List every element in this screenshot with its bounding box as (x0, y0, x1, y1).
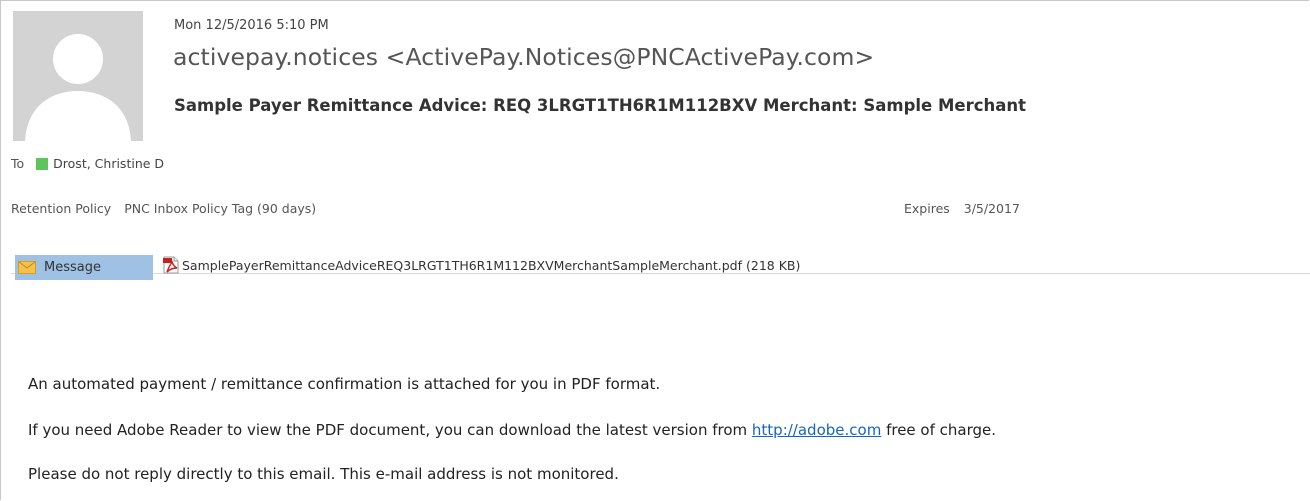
to-label: To (11, 156, 25, 171)
retention-policy-value: PNC Inbox Policy Tag (90 days) (124, 201, 317, 216)
retention-policy-label: Retention Policy (11, 201, 112, 216)
adobe-link[interactable]: http://adobe.com (752, 421, 881, 439)
to-row: To Drost, Christine D (11, 156, 164, 171)
recipient-name[interactable]: Drost, Christine D (53, 156, 164, 171)
pdf-icon (163, 256, 179, 274)
body-paragraph-2-suffix: free of charge. (881, 421, 997, 439)
expires-label: Expires (904, 201, 950, 216)
attachment-filename: SamplePayerRemittanceAdviceREQ3LRGT1TH6R… (182, 257, 743, 273)
body-paragraph-3: Please do not reply directly to this ema… (28, 465, 619, 483)
presence-indicator-icon (36, 157, 49, 170)
sender-name[interactable]: activepay.notices <ActivePay.Notices@PNC… (173, 43, 874, 71)
pdf-attachment[interactable]: SamplePayerRemittanceAdviceREQ3LRGT1TH6R… (163, 256, 800, 274)
message-tab-label: Message (44, 260, 101, 275)
attachment-bar: Message SamplePayerRemittanceAdviceREQ3L… (11, 237, 1310, 280)
retention-policy-row: Retention Policy PNC Inbox Policy Tag (9… (11, 201, 316, 216)
body-paragraph-1: An automated payment / remittance confir… (28, 375, 661, 393)
email-reading-pane: Mon 12/5/2016 5:10 PM activepay.notices … (0, 0, 1310, 500)
attachment-size: (218 KB) (746, 257, 801, 273)
sender-avatar[interactable] (13, 11, 143, 141)
expires-row: Expires 3/5/2017 (904, 201, 1020, 216)
body-paragraph-2-text: If you need Adobe Reader to view the PDF… (28, 421, 752, 439)
envelope-icon (18, 261, 36, 274)
message-tab[interactable]: Message (15, 255, 153, 280)
person-silhouette-icon (13, 11, 143, 141)
expires-date: 3/5/2017 (963, 201, 1020, 216)
email-subject: Sample Payer Remittance Advice: REQ 3LRG… (174, 96, 1027, 115)
body-paragraph-2: If you need Adobe Reader to view the PDF… (28, 421, 996, 439)
sent-date: Mon 12/5/2016 5:10 PM (174, 18, 329, 33)
